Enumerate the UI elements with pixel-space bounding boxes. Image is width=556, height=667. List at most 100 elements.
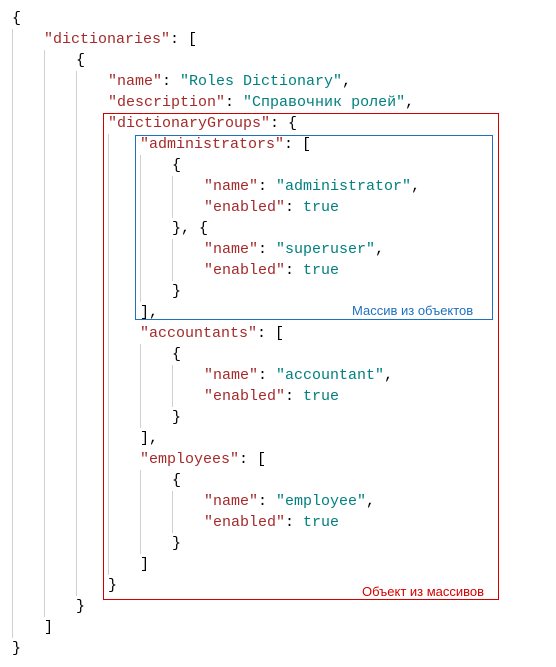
code-line: }	[12, 281, 544, 302]
close-brace: }	[76, 598, 85, 615]
colon: :	[258, 367, 276, 384]
code-line: }	[12, 638, 544, 659]
open-brace: {	[76, 52, 85, 69]
close-brace: }	[172, 283, 181, 300]
open-bracket: [	[257, 451, 266, 468]
comma: ,	[366, 493, 375, 510]
code-line: "name": "accountant",	[12, 365, 544, 386]
json-key: "name"	[204, 178, 258, 195]
colon: :	[270, 115, 288, 132]
json-key: "dictionaryGroups"	[108, 115, 270, 132]
open-brace: {	[288, 115, 297, 132]
colon: :	[258, 178, 276, 195]
comma: ,	[375, 241, 384, 258]
json-key: "enabled"	[204, 388, 285, 405]
colon: :	[285, 514, 303, 531]
code-line: }	[12, 575, 544, 596]
colon: :	[257, 325, 275, 342]
code-line: ],	[12, 428, 544, 449]
colon: :	[258, 241, 276, 258]
open-brace: {	[12, 10, 21, 27]
code-line: "administrators": [	[12, 134, 544, 155]
json-bool: true	[303, 262, 339, 279]
comma: ,	[411, 178, 420, 195]
json-key: "dictionaries"	[44, 31, 170, 48]
open-brace: {	[172, 157, 181, 174]
json-key: "employees"	[140, 451, 239, 468]
close-brace: }	[172, 535, 181, 552]
code-line: }	[12, 407, 544, 428]
json-key: "administrators"	[140, 136, 284, 153]
colon: :	[162, 73, 180, 90]
code-line: "enabled": true	[12, 197, 544, 218]
code-line: {	[12, 344, 544, 365]
open-bracket: [	[275, 325, 284, 342]
code-line: "accountants": [	[12, 323, 544, 344]
comma: ,	[149, 430, 158, 447]
comma: ,	[384, 367, 393, 384]
json-key: "enabled"	[204, 199, 285, 216]
json-string: "administrator"	[276, 178, 411, 195]
open-bracket: [	[188, 31, 197, 48]
json-string: "Roles Dictionary"	[180, 73, 342, 90]
brace-comma-brace: }, {	[172, 220, 208, 237]
close-brace: }	[108, 577, 117, 594]
json-key: "name"	[108, 73, 162, 90]
code-line: {	[12, 50, 544, 71]
close-bracket: ]	[140, 304, 149, 321]
json-bool: true	[303, 514, 339, 531]
code-line: ]	[12, 554, 544, 575]
code-line: {	[12, 8, 544, 29]
code-line: "enabled": true	[12, 386, 544, 407]
json-key: "enabled"	[204, 514, 285, 531]
colon: :	[284, 136, 302, 153]
code-line: "enabled": true	[12, 260, 544, 281]
colon: :	[285, 388, 303, 405]
close-bracket: ]	[44, 619, 53, 636]
code-line: "dictionaryGroups": {	[12, 113, 544, 134]
code-line: }	[12, 533, 544, 554]
colon: :	[170, 31, 188, 48]
colon: :	[285, 199, 303, 216]
code-line: "employees": [	[12, 449, 544, 470]
json-bool: true	[303, 199, 339, 216]
open-brace: {	[172, 346, 181, 363]
comma: ,	[149, 304, 158, 321]
code-line: "dictionaries": [	[12, 29, 544, 50]
code-block: { "dictionaries": [ { "name": "Roles Dic…	[12, 8, 544, 659]
code-line: "name": "superuser",	[12, 239, 544, 260]
json-bool: true	[303, 388, 339, 405]
colon: :	[239, 451, 257, 468]
json-key: "enabled"	[204, 262, 285, 279]
comma: ,	[342, 73, 351, 90]
colon: :	[258, 493, 276, 510]
code-line: "enabled": true	[12, 512, 544, 533]
code-line: ]	[12, 617, 544, 638]
colon: :	[285, 262, 303, 279]
json-string: "Справочник ролей"	[243, 94, 405, 111]
json-key: "name"	[204, 367, 258, 384]
json-key: "name"	[204, 493, 258, 510]
json-key: "accountants"	[140, 325, 257, 342]
open-bracket: [	[302, 136, 311, 153]
json-string: "accountant"	[276, 367, 384, 384]
close-brace: }	[12, 640, 21, 657]
json-string: "superuser"	[276, 241, 375, 258]
code-line: ],	[12, 302, 544, 323]
open-brace: {	[172, 472, 181, 489]
close-bracket: ]	[140, 556, 149, 573]
code-line: "name": "Roles Dictionary",	[12, 71, 544, 92]
code-line: }, {	[12, 218, 544, 239]
code-line: {	[12, 470, 544, 491]
code-line: "name": "administrator",	[12, 176, 544, 197]
json-key: "description"	[108, 94, 225, 111]
close-brace: }	[172, 409, 181, 426]
code-line: "description": "Справочник ролей",	[12, 92, 544, 113]
json-string: "employee"	[276, 493, 366, 510]
code-line: "name": "employee",	[12, 491, 544, 512]
json-key: "name"	[204, 241, 258, 258]
close-bracket: ]	[140, 430, 149, 447]
code-line: }	[12, 596, 544, 617]
colon: :	[225, 94, 243, 111]
code-line: {	[12, 155, 544, 176]
